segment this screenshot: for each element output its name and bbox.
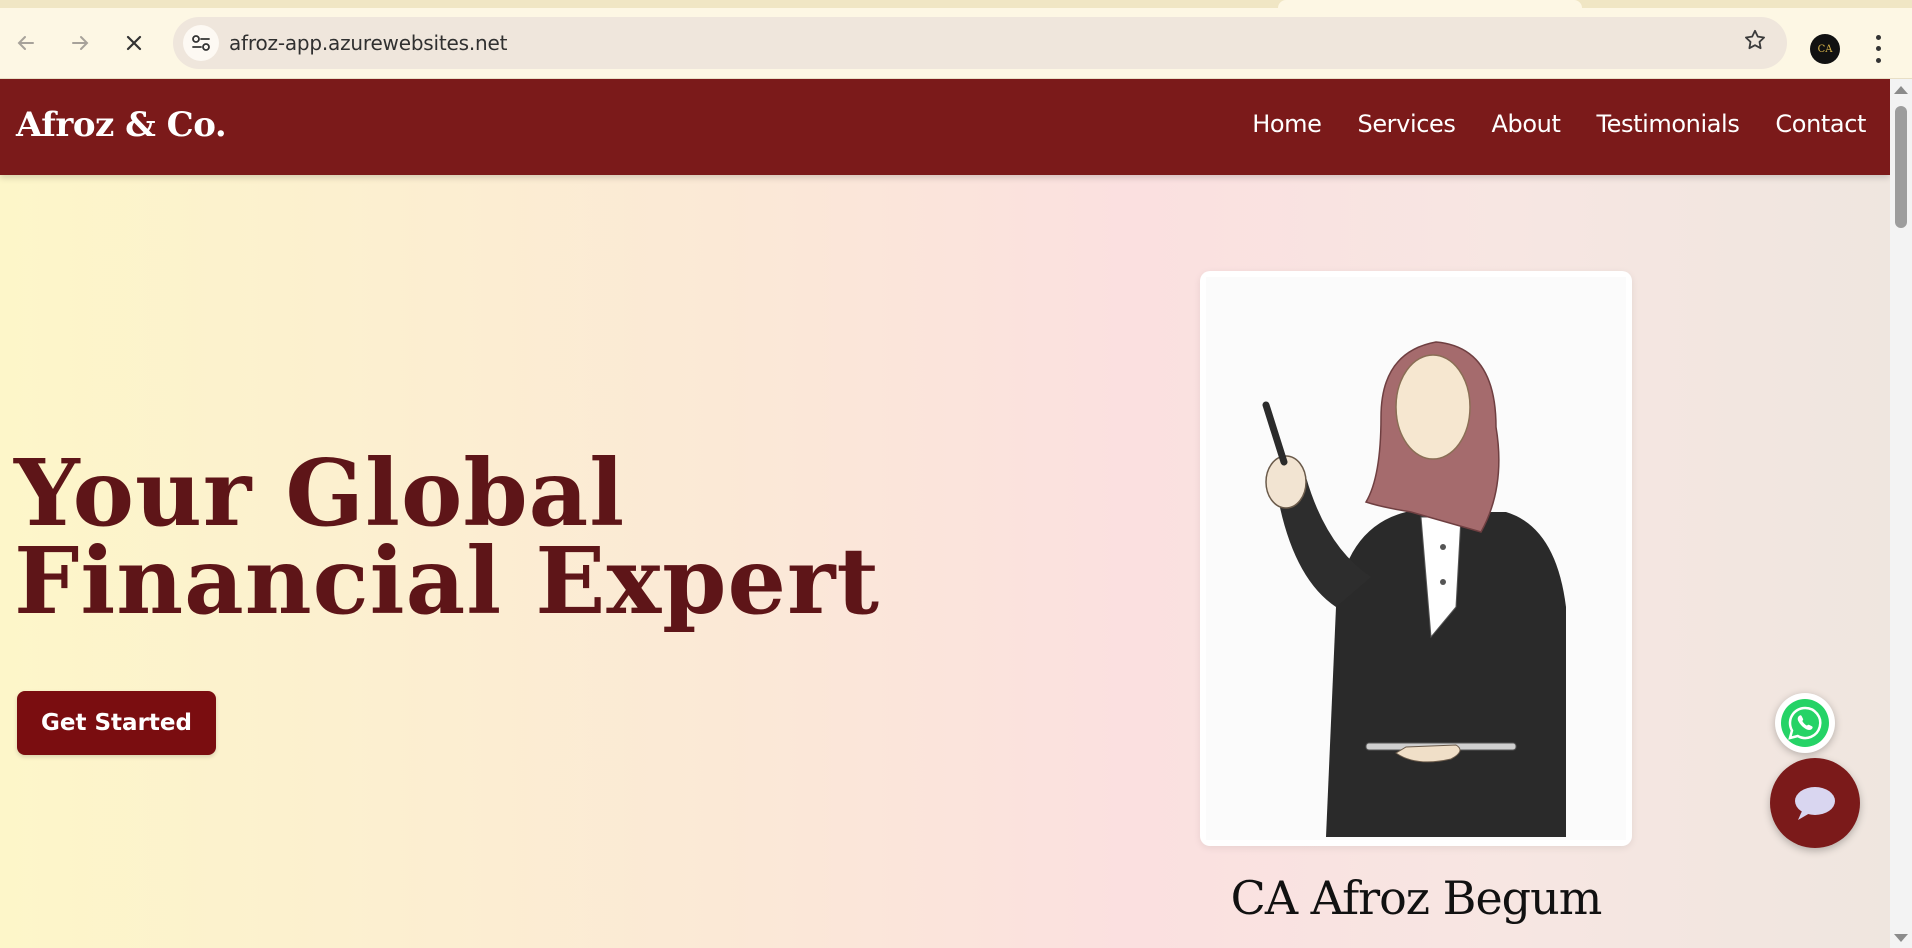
scroll-up-icon[interactable] bbox=[1894, 86, 1908, 94]
nav-services[interactable]: Services bbox=[1357, 110, 1455, 138]
profile-name: CA Afroz Begum bbox=[1230, 871, 1603, 925]
whatsapp-icon bbox=[1781, 699, 1829, 747]
portrait-illustration bbox=[1206, 277, 1626, 840]
chat-launcher-button[interactable] bbox=[1770, 758, 1860, 848]
bookmark-star-icon[interactable] bbox=[1743, 28, 1767, 58]
hero-title-line-2: Financial Expert bbox=[14, 527, 881, 635]
address-bar[interactable]: afroz-app.azurewebsites.net bbox=[173, 17, 1787, 69]
scroll-down-icon[interactable] bbox=[1894, 934, 1908, 942]
whatsapp-button[interactable] bbox=[1775, 693, 1835, 753]
nav-about[interactable]: About bbox=[1492, 110, 1561, 138]
browser-toolbar: afroz-app.azurewebsites.net CA bbox=[0, 8, 1912, 79]
profile-avatar[interactable]: CA bbox=[1810, 34, 1840, 64]
face bbox=[1395, 354, 1471, 460]
kebab-menu-icon[interactable] bbox=[1866, 32, 1890, 66]
arrow-left-icon bbox=[17, 36, 34, 50]
page-viewport: Afroz & Co. Home Services About Testimon… bbox=[0, 79, 1890, 948]
site-header: Afroz & Co. Home Services About Testimon… bbox=[0, 79, 1890, 175]
scroll-thumb[interactable] bbox=[1895, 106, 1907, 228]
main-nav: Home Services About Testimonials Contact bbox=[1252, 110, 1866, 138]
stop-loading-button[interactable] bbox=[116, 25, 152, 61]
site-info-button[interactable] bbox=[183, 25, 219, 61]
arrow-right-icon bbox=[72, 36, 89, 50]
profile-portrait-card bbox=[1200, 271, 1632, 846]
active-tab[interactable] bbox=[1278, 0, 1582, 8]
tab-strip bbox=[0, 0, 1912, 8]
get-started-button[interactable]: Get Started bbox=[17, 691, 216, 755]
brand-logo[interactable]: Afroz & Co. bbox=[16, 105, 227, 145]
nav-contact[interactable]: Contact bbox=[1775, 110, 1866, 138]
close-icon bbox=[126, 35, 142, 51]
chat-bubble-icon bbox=[1795, 787, 1835, 820]
profile-initials: CA bbox=[1817, 43, 1833, 55]
hero-title-line-1: Your Global bbox=[14, 439, 626, 547]
nav-testimonials[interactable]: Testimonials bbox=[1596, 110, 1739, 138]
tune-icon bbox=[192, 35, 210, 51]
hero-title: Your Global Financial Expert bbox=[14, 439, 881, 635]
page-scrollbar[interactable] bbox=[1890, 79, 1912, 948]
forward-button[interactable] bbox=[62, 25, 98, 61]
nav-home[interactable]: Home bbox=[1252, 110, 1322, 138]
back-button[interactable] bbox=[8, 25, 44, 61]
url-text[interactable]: afroz-app.azurewebsites.net bbox=[229, 31, 507, 55]
